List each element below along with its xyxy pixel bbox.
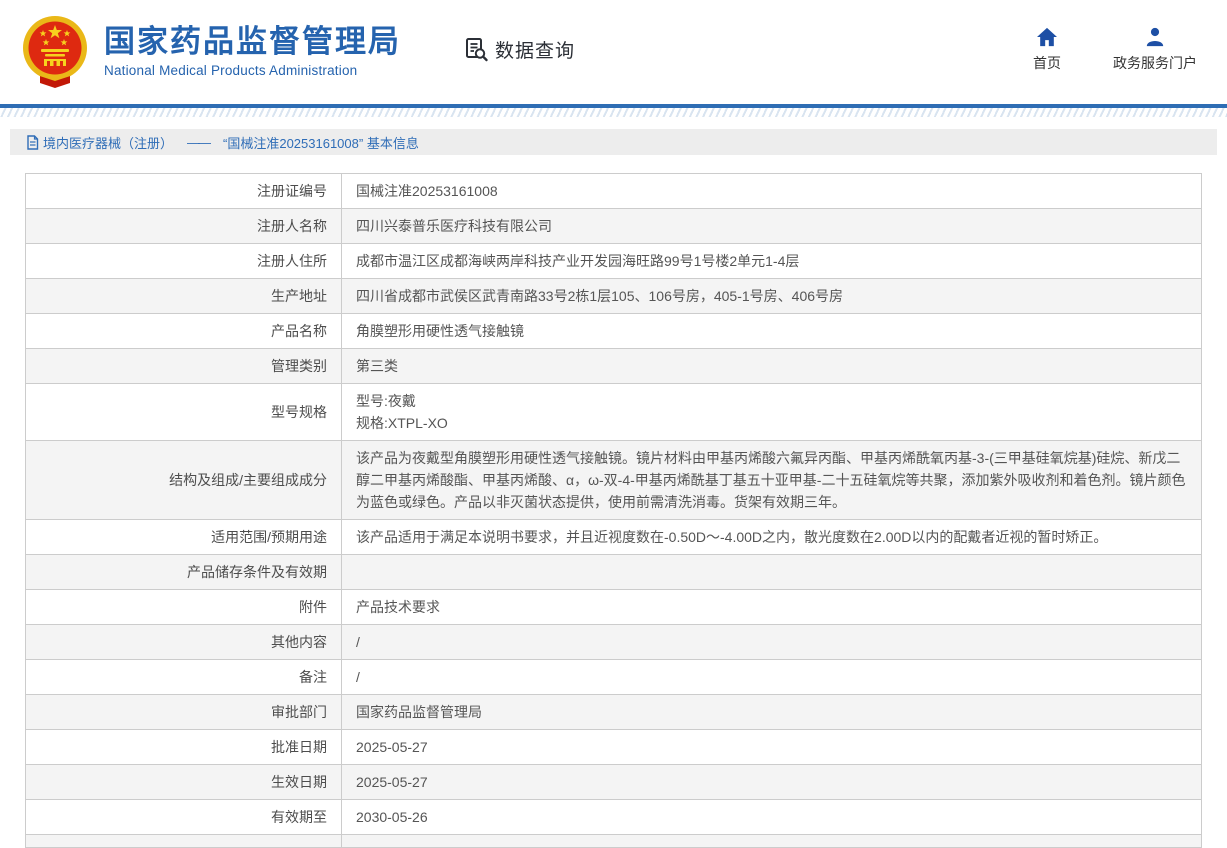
row-label: 备注 [26, 660, 342, 695]
nav-item-portal[interactable]: 政务服务门户 [1113, 27, 1197, 73]
nmpa-emblem-logo [18, 13, 92, 91]
row-label: 管理类别 [26, 349, 342, 384]
registration-info-table-wrap: 注册证编号国械注准20253161008注册人名称四川兴泰普乐医疗科技有限公司注… [25, 173, 1202, 848]
data-query-nav[interactable]: 数据查询 [463, 36, 575, 63]
row-value: 2025-05-27 [342, 730, 1202, 765]
national-emblem-icon [18, 13, 92, 91]
row-label: 适用范围/预期用途 [26, 520, 342, 555]
table-row: 生产地址四川省成都市武侯区武青南路33号2栋1层105、106号房，405-1号… [26, 279, 1202, 314]
table-row: 注册证编号国械注准20253161008 [26, 174, 1202, 209]
table-row: 备注/ [26, 660, 1202, 695]
org-name-en: National Medical Products Administration [104, 62, 401, 80]
table-row: 适用范围/预期用途该产品适用于满足本说明书要求，并且近视度数在-0.50D～-4… [26, 520, 1202, 555]
row-value [342, 555, 1202, 590]
table-row: 审批部门国家药品监督管理局 [26, 695, 1202, 730]
data-query-label: 数据查询 [495, 36, 575, 63]
row-value: 国械注准20253161008 [342, 174, 1202, 209]
table-row: 管理类别第三类 [26, 349, 1202, 384]
table-row: 产品储存条件及有效期 [26, 555, 1202, 590]
home-icon [1036, 27, 1058, 47]
row-value: 产品技术要求 [342, 590, 1202, 625]
org-name-zh: 国家药品监督管理局 [104, 25, 401, 59]
row-label: 注册人名称 [26, 209, 342, 244]
document-icon [26, 135, 39, 150]
registration-info-table: 注册证编号国械注准20253161008注册人名称四川兴泰普乐医疗科技有限公司注… [25, 173, 1202, 848]
nav-portal-label: 政务服务门户 [1113, 53, 1197, 73]
row-label: 型号规格 [26, 384, 342, 441]
table-row: 其他内容/ [26, 625, 1202, 660]
row-label: 审批部门 [26, 695, 342, 730]
row-value: 该产品为夜戴型角膜塑形用硬性透气接触镜。镜片材料由甲基丙烯酸六氟异丙酯、甲基丙烯… [342, 441, 1202, 520]
table-row: 附件产品技术要求 [26, 590, 1202, 625]
row-value: 该产品适用于满足本说明书要求，并且近视度数在-0.50D～-4.00D之内，散光… [342, 520, 1202, 555]
breadcrumb: 境内医疗器械（注册） —— “国械注准20253161008” 基本信息 [10, 129, 1217, 155]
row-label: 注册证编号 [26, 174, 342, 209]
row-value: 国家药品监督管理局 [342, 695, 1202, 730]
row-value [342, 835, 1202, 848]
row-label: 产品名称 [26, 314, 342, 349]
table-row: 注册人住所成都市温江区成都海峡两岸科技产业开发园海旺路99号1号楼2单元1-4层 [26, 244, 1202, 279]
row-label: 批准日期 [26, 730, 342, 765]
row-label: 生效日期 [26, 765, 342, 800]
row-value: 角膜塑形用硬性透气接触镜 [342, 314, 1202, 349]
person-icon [1144, 27, 1166, 47]
row-label: 生产地址 [26, 279, 342, 314]
row-value: 2030-05-26 [342, 800, 1202, 835]
row-label: 产品储存条件及有效期 [26, 555, 342, 590]
org-title-block: 国家药品监督管理局 National Medical Products Admi… [104, 25, 401, 80]
document-search-icon [463, 36, 490, 63]
row-value: / [342, 625, 1202, 660]
header-stripe-band [0, 108, 1227, 117]
row-value: 型号:夜戴 规格:XTPL-XO [342, 384, 1202, 441]
breadcrumb-current: “国械注准20253161008” 基本信息 [223, 133, 419, 152]
top-nav: 首页 政务服务门户 [1033, 27, 1197, 73]
row-label: 结构及组成/主要组成成分 [26, 441, 342, 520]
row-value: / [342, 660, 1202, 695]
row-label: 有效期至 [26, 800, 342, 835]
breadcrumb-separator: —— [187, 135, 209, 150]
table-row: 批准日期2025-05-27 [26, 730, 1202, 765]
table-row: 结构及组成/主要组成成分该产品为夜戴型角膜塑形用硬性透气接触镜。镜片材料由甲基丙… [26, 441, 1202, 520]
row-label: 其他内容 [26, 625, 342, 660]
table-row: 注册人名称四川兴泰普乐医疗科技有限公司 [26, 209, 1202, 244]
row-value: 第三类 [342, 349, 1202, 384]
row-label [26, 835, 342, 848]
nav-home-label: 首页 [1033, 53, 1061, 73]
breadcrumb-root[interactable]: 境内医疗器械（注册） [43, 133, 173, 152]
row-label: 注册人住所 [26, 244, 342, 279]
row-value: 四川兴泰普乐医疗科技有限公司 [342, 209, 1202, 244]
row-value: 2025-05-27 [342, 765, 1202, 800]
table-row: 有效期至2030-05-26 [26, 800, 1202, 835]
row-value: 成都市温江区成都海峡两岸科技产业开发园海旺路99号1号楼2单元1-4层 [342, 244, 1202, 279]
table-row: 型号规格型号:夜戴 规格:XTPL-XO [26, 384, 1202, 441]
table-row [26, 835, 1202, 848]
row-label: 附件 [26, 590, 342, 625]
page-header: 国家药品监督管理局 National Medical Products Admi… [0, 0, 1227, 104]
nav-item-home[interactable]: 首页 [1033, 27, 1061, 73]
row-value: 四川省成都市武侯区武青南路33号2栋1层105、106号房，405-1号房、40… [342, 279, 1202, 314]
table-row: 产品名称角膜塑形用硬性透气接触镜 [26, 314, 1202, 349]
table-row: 生效日期2025-05-27 [26, 765, 1202, 800]
